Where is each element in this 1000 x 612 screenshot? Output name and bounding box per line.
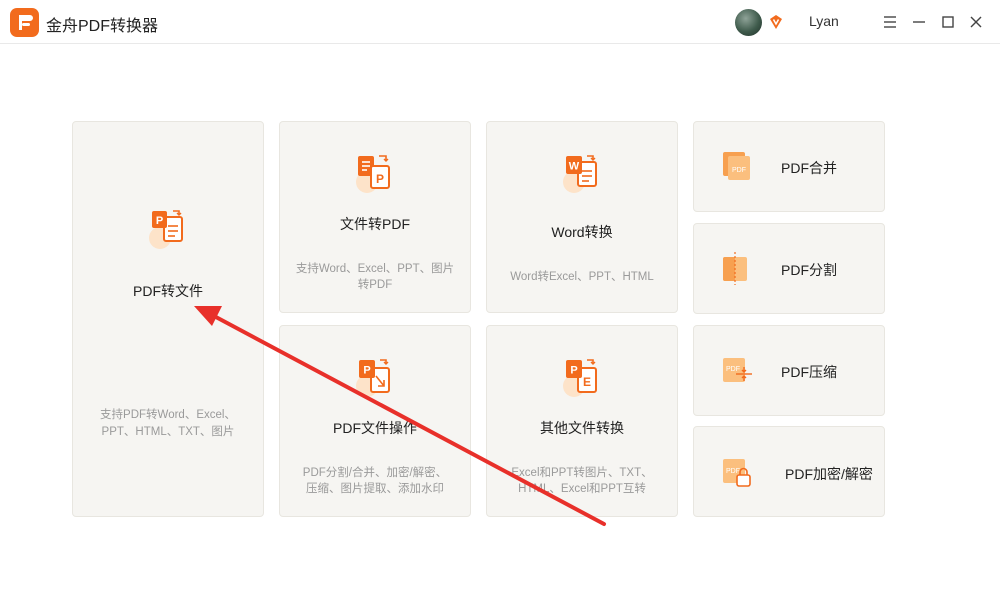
card-desc-line: HTML、Excel和PPT互转 [518,483,646,495]
card-other-convert[interactable]: E P 其他文件转换 Excel和PPT转图片、TXT、 HTML、Excel和… [486,325,678,517]
maximize-icon[interactable] [938,12,958,32]
minimize-icon[interactable] [909,12,929,32]
menu-icon[interactable] [880,12,900,32]
svg-text:P: P [363,365,370,377]
card-word-convert[interactable]: W Word转换 Word转Excel、PPT、HTML [486,121,678,313]
pdf-operations-icon: P [354,356,398,400]
svg-text:P: P [570,365,577,377]
card-title: 其他文件转换 [540,420,624,436]
pdf-to-file-icon: P [147,208,191,252]
card-title: PDF加密/解密 [785,466,873,482]
word-convert-icon: W [561,152,605,196]
card-desc-line: 支持Word、Excel、PPT、图片 [295,263,455,275]
card-title: Word转换 [551,224,613,240]
card-title: PDF压缩 [781,364,837,380]
close-icon[interactable] [966,12,986,32]
pdf-split-icon [720,251,754,285]
other-convert-icon: E P [561,356,605,400]
card-pdf-encrypt[interactable]: PDF PDF加密/解密 [693,426,885,517]
app-logo-icon [10,8,39,37]
user-avatar[interactable] [735,9,762,36]
user-name[interactable]: Lyan [809,13,839,29]
title-bar: 金舟PDF转换器 Lyan [0,0,1000,44]
card-title: PDF文件操作 [333,420,417,436]
svg-text:P: P [376,172,384,186]
pdf-compress-icon: PDF [720,353,754,387]
card-title: 文件转PDF [340,216,410,232]
card-title: PDF合并 [781,160,837,176]
card-desc-line: 转PDF [357,279,393,291]
svg-text:PDF: PDF [726,366,740,373]
svg-text:P: P [156,215,163,227]
svg-text:E: E [583,375,591,389]
svg-text:PDF: PDF [732,167,746,174]
card-pdf-merge[interactable]: PDF PDF合并 [693,121,885,212]
svg-text:W: W [569,161,580,173]
app-title: 金舟PDF转换器 [46,18,159,35]
card-pdf-operations[interactable]: P PDF文件操作 PDF分割/合并、加密/解密、 压缩、图片提取、添加水印 [279,325,471,517]
card-file-to-pdf[interactable]: P 文件转PDF 支持Word、Excel、PPT、图片 转PDF [279,121,471,313]
card-title: PDF分割 [781,262,837,278]
card-desc-line: 支持PDF转Word、Excel、 [100,409,236,421]
pdf-encrypt-icon: PDF [720,456,754,490]
card-desc-line: PPT、HTML、TXT、图片 [101,426,235,438]
card-desc-line: Word转Excel、PPT、HTML [510,271,654,283]
card-pdf-split[interactable]: PDF分割 [693,223,885,314]
vip-badge-icon[interactable] [768,14,784,30]
card-pdf-to-file[interactable]: P PDF转文件 支持PDF转Word、Excel、 PPT、HTML、TXT、… [72,121,264,517]
card-desc-line: PDF分割/合并、加密/解密、 [302,467,448,479]
card-title: PDF转文件 [133,283,203,299]
pdf-merge-icon: PDF [720,149,754,183]
svg-text:PDF: PDF [726,468,740,475]
card-pdf-compress[interactable]: PDF PDF压缩 [693,325,885,416]
card-desc-line: Excel和PPT转图片、TXT、 [511,467,653,479]
file-to-pdf-icon: P [354,152,398,196]
card-desc-line: 压缩、图片提取、添加水印 [306,483,444,495]
